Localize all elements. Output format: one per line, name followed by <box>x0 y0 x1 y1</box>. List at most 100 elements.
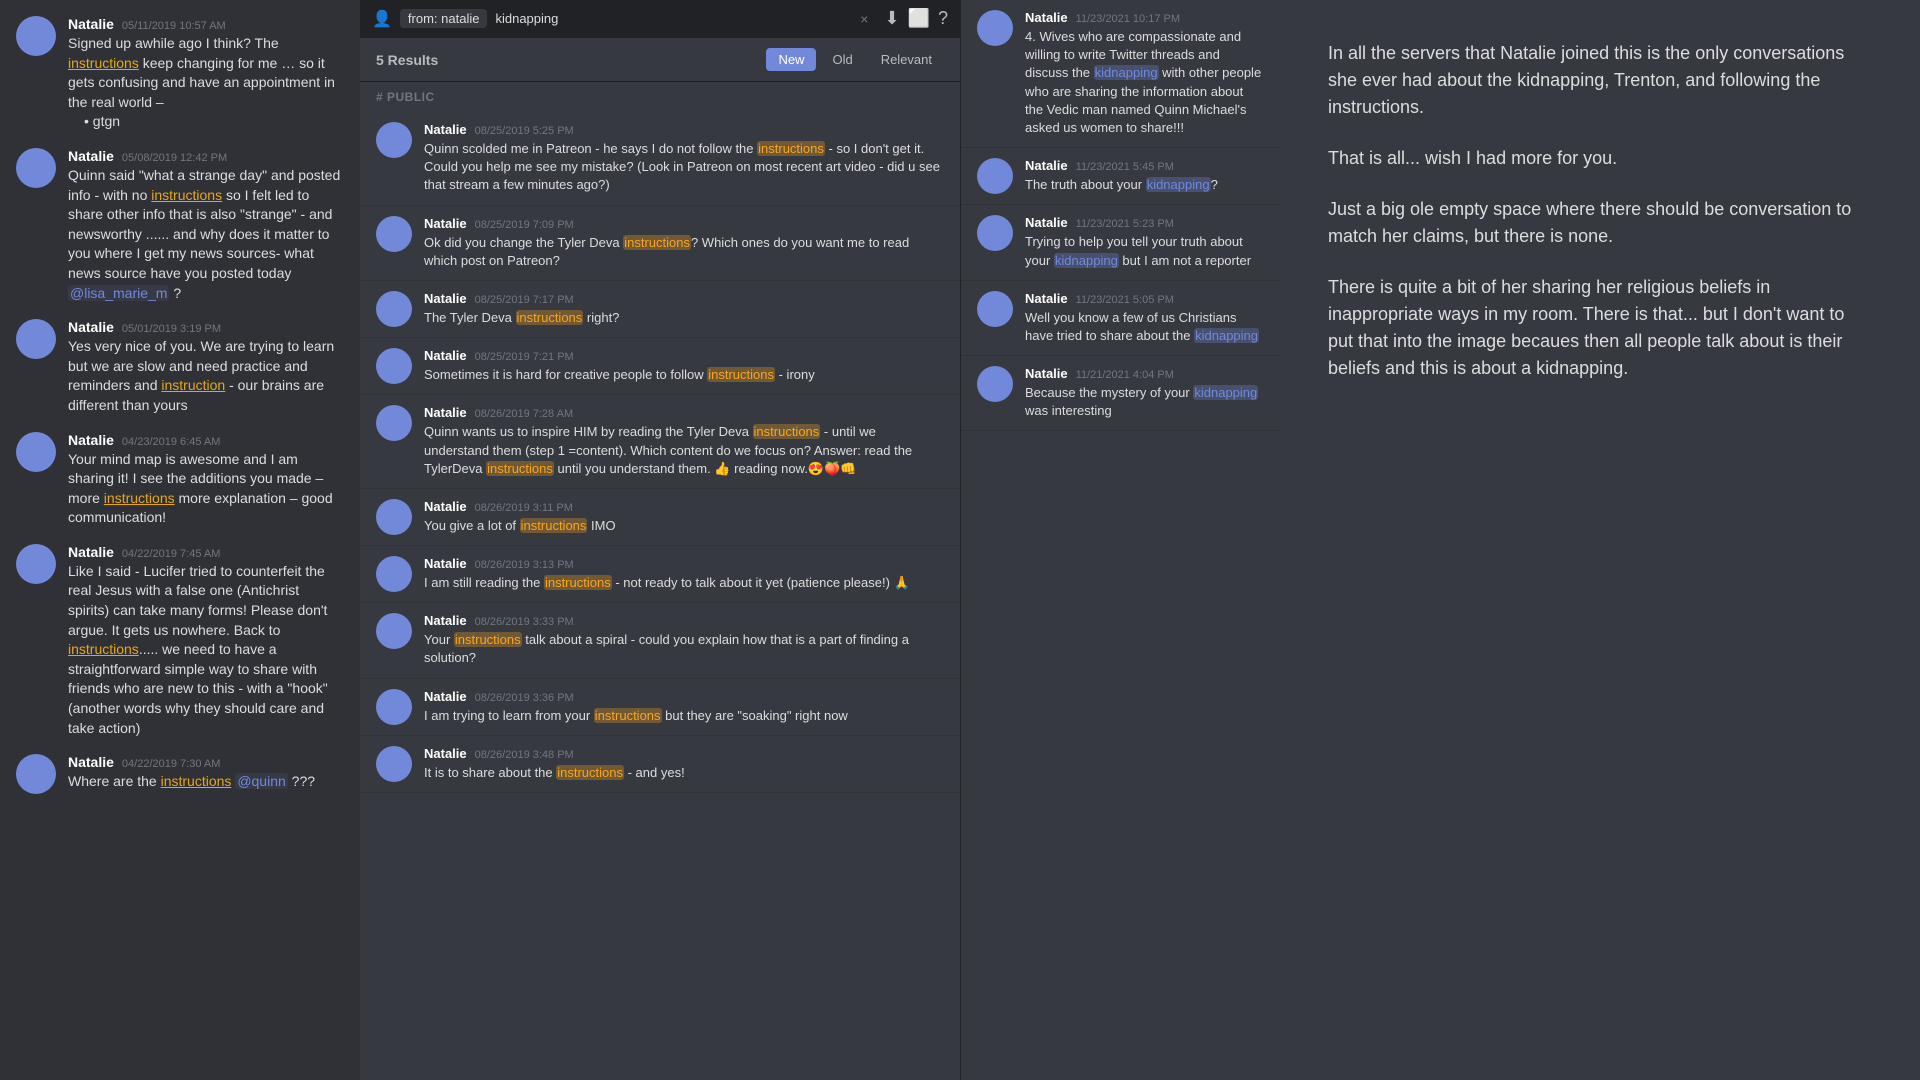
message-group: Natalie 04/22/2019 7:30 AM Where are the… <box>0 746 360 802</box>
avatar <box>16 16 56 56</box>
keyword-highlight: instructions <box>454 632 522 647</box>
highlight: instructions <box>161 773 232 789</box>
download-icon[interactable]: ⬇ <box>884 8 899 29</box>
result-text: Trying to help you tell your truth about… <box>1025 233 1264 269</box>
search-result: Natalie 08/26/2019 3:36 PM I am trying t… <box>360 679 960 736</box>
username: Natalie <box>68 148 114 164</box>
keyword-highlight: instructions <box>757 141 825 156</box>
result-text: The Tyler Deva instructions right? <box>424 309 944 327</box>
result-text: Your instructions talk about a spiral - … <box>424 631 944 667</box>
search-from-filter[interactable]: from: natalie <box>400 9 488 28</box>
result-avatar <box>977 366 1013 402</box>
filter-old-button[interactable]: Old <box>820 48 864 71</box>
keyword-highlight: instructions <box>520 518 588 533</box>
search-result: Natalie 11/21/2021 4:04 PM Because the m… <box>961 356 1280 431</box>
help-icon[interactable]: ? <box>938 8 948 29</box>
result-text: Sometimes it is hard for creative people… <box>424 366 944 384</box>
timestamp: 05/11/2019 10:57 AM <box>122 20 226 32</box>
search-actions: ⬇ ⬜ ? <box>884 8 948 29</box>
highlight: instructions <box>151 187 222 203</box>
analysis-paragraph-4: There is quite a bit of her sharing her … <box>1328 274 1872 382</box>
result-username: Natalie <box>424 746 467 761</box>
result-avatar <box>376 556 412 592</box>
result-avatar <box>376 122 412 158</box>
result-avatar <box>977 291 1013 327</box>
result-username: Natalie <box>1025 291 1068 306</box>
result-time: 08/25/2019 7:21 PM <box>475 351 574 363</box>
avatar <box>16 544 56 584</box>
search-result: Natalie 08/25/2019 7:21 PM Sometimes it … <box>360 338 960 395</box>
keyword-highlight: instructions <box>516 310 584 325</box>
search-result: Natalie 11/23/2021 5:45 PM The truth abo… <box>961 148 1280 205</box>
result-avatar <box>376 216 412 252</box>
result-time: 08/25/2019 7:17 PM <box>475 294 574 306</box>
keyword-highlight: instructions <box>544 575 612 590</box>
timestamp: 04/22/2019 7:45 AM <box>122 548 220 560</box>
result-text: Ok did you change the Tyler Deva instruc… <box>424 234 944 270</box>
filter-new-button[interactable]: New <box>766 48 816 71</box>
result-username: Natalie <box>1025 10 1068 25</box>
result-text: 4. Wives who are compassionate and willi… <box>1025 28 1264 137</box>
result-avatar <box>977 10 1013 46</box>
result-avatar <box>376 689 412 725</box>
result-time: 11/23/2021 5:45 PM <box>1076 161 1174 173</box>
result-avatar <box>376 405 412 441</box>
message-group: Natalie 04/23/2019 6:45 AM Your mind map… <box>0 424 360 536</box>
result-username: Natalie <box>424 216 467 231</box>
message-text: Quinn said "what a strange day" and post… <box>68 166 344 303</box>
result-avatar <box>376 291 412 327</box>
result-text: It is to share about the instructions - … <box>424 764 944 782</box>
analysis-paragraph-2: That is all... wish I had more for you. <box>1328 145 1872 172</box>
result-time: 11/23/2021 5:05 PM <box>1076 294 1174 306</box>
filter-buttons: New Old Relevant <box>766 48 944 71</box>
result-username: Natalie <box>424 405 467 420</box>
filter-relevant-button[interactable]: Relevant <box>869 48 944 71</box>
search-result: Natalie 11/23/2021 5:05 PM Well you know… <box>961 281 1280 356</box>
avatar <box>16 754 56 794</box>
message-group: Natalie 05/08/2019 12:42 PM Quinn said "… <box>0 140 360 311</box>
search-bar[interactable]: 👤 from: natalie × ⬇ ⬜ ? <box>360 0 960 38</box>
result-username: Natalie <box>424 689 467 704</box>
search-result: Natalie 08/25/2019 5:25 PM Quinn scolded… <box>360 112 960 206</box>
close-icon[interactable]: × <box>860 11 868 27</box>
result-username: Natalie <box>424 499 467 514</box>
left-message-panel: Natalie 05/11/2019 10:57 AM Signed up aw… <box>0 0 360 1080</box>
mention: @lisa_marie_m <box>68 285 169 301</box>
search-result: Natalie 08/26/2019 3:33 PM Your instruct… <box>360 603 960 678</box>
search-result: Natalie 08/26/2019 3:11 PM You give a lo… <box>360 489 960 546</box>
screen-icon[interactable]: ⬜ <box>908 8 930 29</box>
search-result: Natalie 11/23/2021 5:23 PM Trying to hel… <box>961 205 1280 280</box>
keyword-highlight: instructions <box>486 461 554 476</box>
result-text: Quinn wants us to inspire HIM by reading… <box>424 423 944 478</box>
result-username: Natalie <box>424 122 467 137</box>
result-avatar <box>376 746 412 782</box>
analysis-paragraph-3: Just a big ole empty space where there s… <box>1328 196 1872 250</box>
result-username: Natalie <box>424 613 467 628</box>
search-input[interactable] <box>495 11 852 26</box>
highlight: instructions <box>68 55 139 71</box>
result-username: Natalie <box>1025 366 1068 381</box>
search-results-list: Natalie 08/25/2019 5:25 PM Quinn scolded… <box>360 112 960 1080</box>
keyword-highlight: instructions <box>753 424 821 439</box>
result-time: 08/26/2019 7:28 AM <box>475 408 573 420</box>
keyword-highlight: instructions <box>707 367 775 382</box>
search-panel: 👤 from: natalie × ⬇ ⬜ ? 5 Results New Ol… <box>360 0 960 1080</box>
message-text: Signed up awhile ago I think? The instru… <box>68 34 344 132</box>
result-avatar <box>977 158 1013 194</box>
result-text: Because the mystery of your kidnapping w… <box>1025 384 1264 420</box>
result-time: 11/23/2021 10:17 PM <box>1076 13 1180 25</box>
message-text: Your mind map is awesome and I am sharin… <box>68 450 344 528</box>
message-group: Natalie 05/11/2019 10:57 AM Signed up aw… <box>0 8 360 140</box>
result-avatar <box>376 499 412 535</box>
result-time: 08/26/2019 3:36 PM <box>475 692 574 704</box>
timestamp: 05/01/2019 3:19 PM <box>122 323 221 335</box>
username: Natalie <box>68 319 114 335</box>
result-username: Natalie <box>1025 158 1068 173</box>
result-username: Natalie <box>424 291 467 306</box>
username: Natalie <box>68 432 114 448</box>
person-icon: 👤 <box>372 9 392 29</box>
result-time: 11/23/2021 5:23 PM <box>1076 218 1174 230</box>
result-time: 08/26/2019 3:48 PM <box>475 749 574 761</box>
results-count: 5 Results <box>376 52 438 68</box>
username: Natalie <box>68 544 114 560</box>
